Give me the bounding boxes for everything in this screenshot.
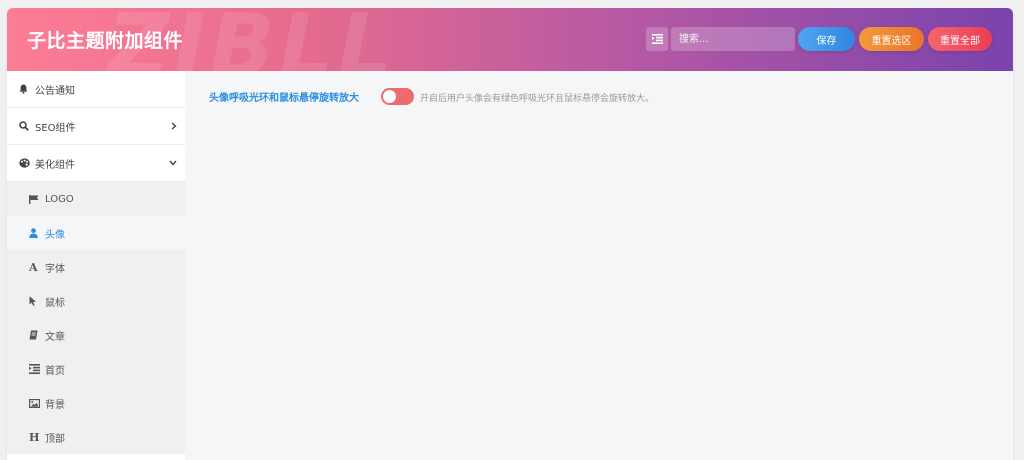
heading-icon: H	[29, 430, 40, 444]
sidebar: 公告通知 SEO组件 美化组件 LOGO 头像 A 字体 鼠标 文章 首页 背景…	[7, 71, 185, 460]
sidebar-subitem-label: 文章	[45, 331, 65, 343]
sidebar-subitem-article[interactable]: 文章	[7, 318, 185, 352]
palette-icon	[19, 158, 35, 168]
sidebar-item-beautify[interactable]: 美化组件	[7, 145, 185, 182]
font-icon: A	[29, 260, 38, 274]
avatar-effect-toggle[interactable]	[381, 88, 414, 105]
sidebar-subitem-avatar[interactable]: 头像	[7, 216, 185, 250]
chevron-right-icon	[171, 108, 177, 144]
search-icon	[19, 121, 35, 131]
sidebar-item-label: SEO组件	[35, 122, 76, 134]
user-icon	[29, 228, 45, 238]
sidebar-subitem-top[interactable]: H 顶部	[7, 420, 185, 454]
save-button[interactable]: 保存	[798, 27, 855, 51]
app-title: 子比主题附加组件	[27, 30, 184, 52]
option-label: 头像呼吸光环和鼠标悬停旋转放大	[209, 93, 359, 104]
header: ZIBLL 子比主题附加组件 保存 重置选区 重置全部	[7, 8, 1013, 71]
sidebar-subitem-background[interactable]: 背景	[7, 386, 185, 420]
sidebar-subitem-label: 背景	[45, 399, 65, 411]
bell-icon	[19, 84, 35, 94]
book-icon	[29, 330, 45, 340]
sidebar-item-notice[interactable]: 公告通知	[7, 71, 185, 108]
flag-icon	[29, 194, 45, 204]
sidebar-subitem-label: 鼠标	[45, 297, 65, 309]
chevron-down-icon	[169, 145, 177, 181]
reset-all-button[interactable]: 重置全部	[928, 27, 992, 51]
toggle-knob	[383, 90, 396, 103]
sidebar-subitem-label: 头像	[45, 229, 65, 241]
list-icon	[29, 364, 45, 374]
sidebar-subitem-logo[interactable]: LOGO	[7, 182, 185, 216]
main-content: 头像呼吸光环和鼠标悬停旋转放大 开启后用户头像会有绿色呼吸光环且鼠标悬停会旋转放…	[185, 71, 1013, 460]
option-description: 开启后用户头像会有绿色呼吸光环且鼠标悬停会旋转放大。	[420, 94, 655, 104]
sidebar-subitem-label: 顶部	[45, 433, 65, 445]
search-list-icon[interactable]	[646, 27, 668, 51]
settings-panel: ZIBLL 子比主题附加组件 保存 重置选区 重置全部 公告通知	[7, 8, 1013, 460]
sidebar-subitem-label: 首页	[45, 365, 65, 377]
sidebar-submenu: LOGO 头像 A 字体 鼠标 文章 首页 背景 H 顶部	[7, 182, 185, 454]
sidebar-item-label: 公告通知	[35, 85, 75, 97]
list-indent-icon	[651, 34, 663, 44]
image-icon	[29, 398, 45, 408]
search-input[interactable]	[671, 27, 795, 51]
sidebar-subitem-label: LOGO	[45, 193, 74, 205]
sidebar-subitem-font[interactable]: A 字体	[7, 250, 185, 284]
sidebar-item-label: 美化组件	[35, 159, 75, 171]
sidebar-subitem-home[interactable]: 首页	[7, 352, 185, 386]
reset-section-button[interactable]: 重置选区	[859, 27, 924, 51]
sidebar-item-seo[interactable]: SEO组件	[7, 108, 185, 145]
sidebar-subitem-cursor[interactable]: 鼠标	[7, 284, 185, 318]
cursor-icon	[29, 296, 45, 306]
sidebar-subitem-label: 字体	[45, 263, 65, 275]
